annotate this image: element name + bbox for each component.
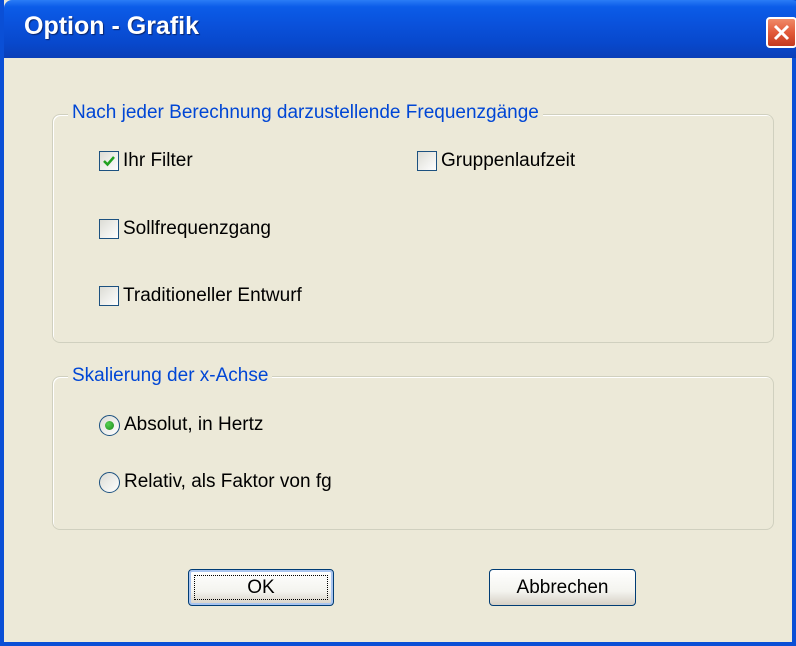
checkbox-sollfrequenzgang[interactable]: Sollfrequenzgang	[99, 218, 271, 240]
title-bar[interactable]: Option - Grafik	[4, 0, 796, 58]
radio-label: Relativ, als Faktor von fg	[124, 471, 332, 492]
checkbox-gruppenlaufzeit[interactable]: Gruppenlaufzeit	[417, 150, 575, 172]
cancel-button-label: Abbrechen	[516, 576, 609, 598]
close-button[interactable]	[766, 17, 796, 48]
curves-group-legend: Nach jeder Berechnung darzustellende Fre…	[68, 102, 543, 124]
radio-selected-dot	[105, 420, 114, 430]
checkbox-box[interactable]	[99, 151, 119, 171]
checkbox-label: Ihr Filter	[123, 150, 193, 171]
checkmark-icon	[103, 156, 115, 167]
checkbox-box[interactable]	[417, 151, 437, 171]
checkbox-traditioneller-entwurf[interactable]: Traditioneller Entwurf	[99, 285, 302, 307]
radio-label: Absolut, in Hertz	[124, 414, 264, 435]
ok-button[interactable]: OK	[188, 569, 334, 606]
scale-group-legend: Skalierung der x-Achse	[68, 365, 273, 387]
focus-rect	[194, 575, 328, 600]
scale-group	[52, 376, 774, 530]
dialog-window: Option - Grafik Nach jeder Berechnung da…	[0, 0, 796, 646]
radio-button[interactable]	[99, 414, 120, 436]
window-title: Option - Grafik	[24, 12, 199, 40]
radio-absolut[interactable]: Absolut, in Hertz	[99, 414, 263, 436]
checkbox-box[interactable]	[99, 286, 119, 306]
checkbox-label: Gruppenlaufzeit	[441, 150, 576, 171]
checkbox-box[interactable]	[99, 219, 119, 239]
checkbox-ihr-filter[interactable]: Ihr Filter	[99, 150, 193, 172]
checkbox-label: Sollfrequenzgang	[123, 218, 271, 239]
checkbox-label: Traditioneller Entwurf	[123, 285, 302, 306]
radio-relativ[interactable]: Relativ, als Faktor von fg	[99, 471, 332, 493]
cancel-button[interactable]: Abbrechen	[489, 569, 636, 606]
radio-button[interactable]	[99, 471, 120, 493]
close-icon	[773, 24, 790, 41]
